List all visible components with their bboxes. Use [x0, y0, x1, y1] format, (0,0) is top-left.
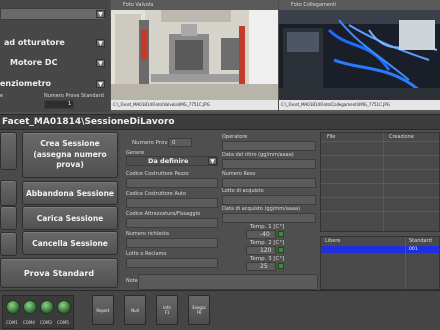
report-button-label: Report — [96, 307, 110, 313]
file-table-rowline — [321, 197, 439, 198]
led-group: COM1 COM4 COM3 COM5 — [2, 295, 74, 329]
codice-pezzo-label: Codice Costruttore Pezzo — [126, 171, 189, 177]
file-table-rowline — [321, 183, 439, 184]
info-button[interactable]: Info F1 — [156, 295, 178, 325]
num-prove-label: Numero Prove Standard — [44, 93, 104, 99]
libere-column-header[interactable]: Libere — [325, 238, 340, 244]
wiring-photo — [279, 10, 440, 100]
prova-standard-button[interactable]: Prova Standard — [0, 258, 118, 288]
abbandona-sessione-button[interactable]: Abbandona Sessione — [22, 181, 118, 205]
temp3-indicator[interactable] — [278, 263, 284, 269]
left-edge-button-2[interactable] — [0, 180, 17, 206]
chevron-down-icon[interactable]: ▼ — [96, 39, 105, 47]
com-label-4: COM5 — [57, 320, 69, 325]
chevron-down-icon[interactable]: ▼ — [96, 59, 105, 67]
mode-row-2[interactable]: Motore DC — [10, 58, 57, 67]
operatore-label: Operatore — [222, 134, 248, 140]
data-acquisto-field[interactable] — [222, 213, 316, 223]
chevron-down-icon[interactable]: ▼ — [208, 157, 217, 165]
chevron-down-icon[interactable]: ▼ — [96, 80, 105, 88]
left-edge-button-4[interactable] — [0, 232, 17, 256]
numero-reso-label: Numero Reso — [222, 171, 256, 177]
genere-value: Da definire — [148, 157, 189, 165]
file-table-divider — [321, 141, 439, 142]
file-table-rowline — [321, 211, 439, 212]
esegui-button-key: F6 — [196, 310, 202, 315]
codice-auto-label: Codice Costruttore Auto — [126, 191, 187, 197]
lotto-acquisto-field[interactable] — [222, 195, 316, 205]
note-label: Note — [126, 278, 138, 284]
footer-left-label: e — [0, 93, 4, 99]
data-ritiro-label: Data del ritiro (gg/mm/aaaa) — [222, 152, 294, 158]
esegui-button[interactable]: Esegui F6 — [188, 295, 210, 325]
numero-prova-label: Numero Prova — [132, 140, 171, 146]
data-acquisto-label: Data di acquisto (gg/mm/aaaa) — [222, 206, 301, 212]
file-column-header[interactable]: File — [327, 134, 335, 140]
lotto-reclamo-field[interactable] — [126, 258, 218, 268]
crea-sessione-button[interactable]: Crea Sessione (assegna numero prova) — [22, 132, 118, 178]
com-label-1: COM1 — [6, 320, 18, 325]
null-button-label: Null — [131, 307, 139, 313]
com-led-2 — [23, 300, 37, 314]
temp1-value: -40 — [260, 231, 270, 238]
libere-col-divider — [405, 237, 406, 289]
numero-prova-value: 0 — [172, 140, 176, 146]
file-table-col-divider — [383, 133, 384, 231]
creazione-column-header[interactable]: Creazione — [389, 134, 414, 140]
valve-photo-panel: Foto Valvola C:\_Facet_MA01814\Foto\Valv… — [111, 0, 278, 112]
info-button-key: F1 — [164, 310, 170, 315]
com-led-1 — [6, 300, 20, 314]
wiring-photo-caption: Foto Collegamenti — [291, 2, 337, 8]
file-table-rowline — [321, 169, 439, 170]
numero-richiesta-label: Numero richiesta — [126, 231, 169, 237]
bottom-strip: COM1 COM4 COM3 COM5 Report Null Info F1 … — [0, 290, 440, 330]
com-label-2: COM4 — [23, 320, 35, 325]
lotto-acquisto-label: Lotto di acquisto — [222, 188, 264, 194]
data-ritiro-field[interactable] — [222, 159, 316, 169]
com-led-3 — [40, 300, 54, 314]
com-led-4 — [57, 300, 71, 314]
file-table-rowline — [321, 155, 439, 156]
temp2-value: 120 — [260, 247, 272, 254]
libere-table[interactable]: Libere Standard 001 — [320, 236, 440, 290]
left-edge-button-1[interactable] — [0, 132, 17, 170]
null-button[interactable]: Null — [124, 295, 146, 325]
valve-photo — [111, 10, 278, 100]
chevron-down-icon[interactable]: ▼ — [96, 10, 105, 18]
path-bar: Facet_MA01814\SessioneDiLavoro — [0, 114, 440, 130]
valve-photo-path: C:\_Facet_MA01814\Foto\Valvola\IMG_7751C… — [111, 100, 278, 110]
report-button[interactable]: Report — [92, 295, 114, 325]
codice-pezzo-field[interactable] — [126, 178, 218, 188]
mode-row-3[interactable]: enziometro — [0, 79, 51, 88]
cancella-sessione-button[interactable]: Cancella Sessione — [22, 231, 118, 255]
top-left-panel: ▼ ad otturatore ▼ Motore DC ▼ enziometro… — [0, 0, 110, 112]
codice-attrezzatura-label: Codice Attrezzatura/Fissaggio — [126, 211, 201, 217]
codice-attrezzatura-field[interactable] — [126, 218, 218, 228]
num-prove-value: 1 — [68, 101, 72, 107]
session-form: Numero Prova 0 Genere Da definire ▼ Codi… — [122, 130, 218, 290]
mode-row-1[interactable]: ad otturatore — [4, 38, 65, 47]
wiring-photo-panel: Foto Collegamenti C:\_Facet_MA01814\Foto… — [279, 0, 440, 112]
temp3-value: 25 — [260, 263, 268, 270]
libere-row1-standard: 001 — [409, 247, 418, 252]
wiring-photo-path: C:\_Facet_MA01814\Foto\Collegamenti\IMG_… — [279, 100, 440, 110]
numero-reso-field[interactable] — [222, 178, 316, 188]
left-edge-button-3[interactable] — [0, 206, 17, 230]
libere-selected-row[interactable] — [321, 246, 439, 253]
numero-richiesta-field[interactable] — [126, 238, 218, 248]
session-path: Facet_MA01814\SessioneDiLavoro — [2, 117, 175, 127]
temp2-indicator[interactable] — [278, 247, 284, 253]
temp1-indicator[interactable] — [278, 231, 284, 237]
lotto-reclamo-label: Lotto o Reclamo — [126, 251, 167, 257]
standard-column-header[interactable]: Standard — [409, 238, 432, 244]
file-table[interactable]: File Creazione — [320, 132, 440, 232]
valve-photo-caption: Foto Valvola — [123, 2, 154, 8]
carica-sessione-button[interactable]: Carica Sessione — [22, 206, 118, 230]
top-select[interactable] — [0, 8, 106, 20]
com-label-3: COM3 — [40, 320, 52, 325]
note-textarea[interactable] — [138, 274, 318, 290]
session-right-form: Operatore Data del ritiro (gg/mm/aaaa) N… — [220, 130, 318, 275]
operatore-field[interactable] — [222, 141, 316, 151]
codice-auto-field[interactable] — [126, 198, 218, 208]
